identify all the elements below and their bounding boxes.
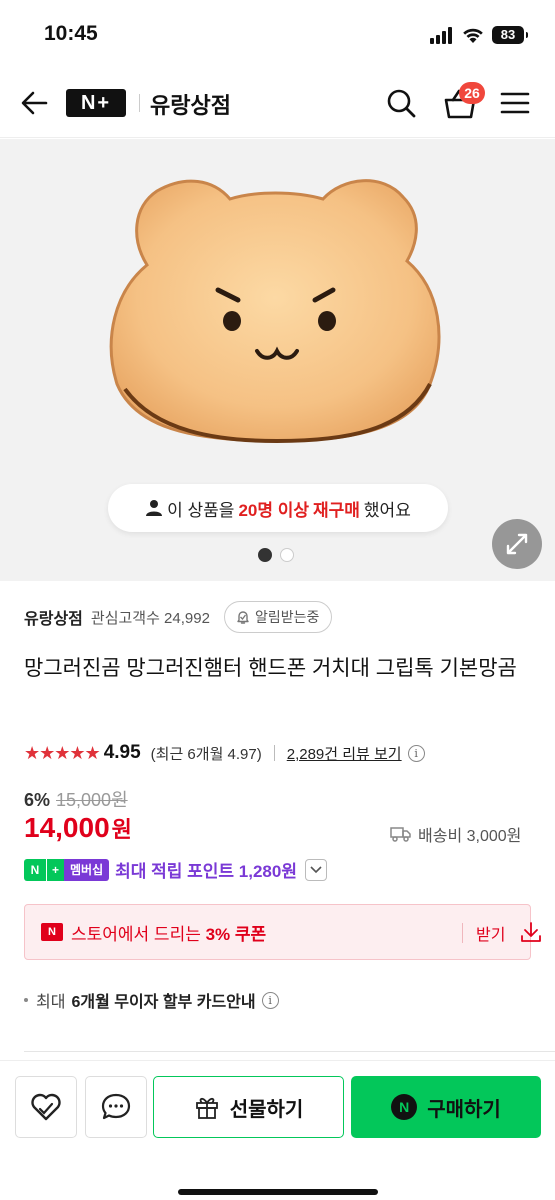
naver-pay-icon: N — [391, 1094, 418, 1120]
status-bar: 10:45 83 — [0, 0, 555, 70]
chevron-down-icon — [310, 865, 322, 873]
heart-icon — [31, 1093, 61, 1121]
alarm-label: 알림받는중 — [254, 609, 320, 625]
rating-score: 4.95 — [103, 742, 141, 763]
coupon-text-bold: 3% 쿠폰 — [205, 924, 267, 944]
gift-icon — [195, 1097, 218, 1119]
wifi-icon — [463, 28, 483, 43]
home-indicator[interactable] — [178, 1189, 378, 1195]
coupon-divider — [462, 923, 463, 943]
recent-rating: (최근 6개월 4.97) — [150, 745, 262, 763]
card-info-icon[interactable]: i — [261, 991, 279, 1009]
rating-row: ★★★★★ 4.95 (최근 6개월 4.97) 2,289건 리뷰 보기 i — [24, 740, 425, 766]
header-divider — [139, 94, 140, 112]
store-info-row: 유랑상점 관심고객수 24,992 알림받는중 — [24, 600, 333, 634]
store-coupon-banner[interactable]: N 스토어에서 드리는 3% 쿠폰 받기 — [24, 904, 541, 960]
bell-icon — [237, 611, 249, 624]
signal-icon — [430, 26, 456, 44]
membership-points-row[interactable]: N + 멤버십 최대 적립 포인트 1,280원 — [24, 857, 327, 882]
price-row: 14,000 원 — [24, 812, 132, 844]
naver-plus-logo[interactable]: N+ — [66, 89, 126, 117]
hamburger-menu-icon[interactable] — [498, 86, 532, 120]
wishlist-button[interactable] — [15, 1076, 77, 1138]
price-currency: 원 — [111, 817, 132, 842]
cart-count-badge: 26 — [459, 82, 485, 104]
section-divider — [24, 1051, 555, 1052]
installment-card-info[interactable]: 최대 6개월 무이자 할부 카드안내 i — [24, 988, 279, 1012]
carousel-dot-1[interactable] — [258, 548, 272, 562]
battery-indicator: 83 — [492, 26, 528, 44]
talk-chat-button[interactable] — [85, 1076, 147, 1138]
naver-plus-membership-badge: N + 멤버십 — [24, 858, 110, 881]
store-name-link[interactable]: 유랑상점 — [24, 605, 83, 629]
badge-n: N — [24, 858, 46, 881]
card-info-bold: 6개월 무이자 할부 카드안내 — [71, 994, 256, 1011]
rating-divider — [273, 745, 275, 761]
gift-button-label: 선물하기 — [229, 1098, 304, 1121]
buy-button[interactable]: N 구매하기 — [351, 1076, 541, 1138]
store-fans-count: 관심고객수 24,992 — [90, 609, 210, 627]
original-price: 15,000원 — [56, 790, 128, 810]
chat-bubble-icon — [101, 1093, 131, 1120]
card-info-prefix: 최대 — [36, 994, 66, 1011]
discount-rate: 6% — [24, 790, 51, 810]
coupon-get-button[interactable]: 받기 — [476, 921, 505, 945]
buy-button-label: 구매하기 — [427, 1098, 501, 1121]
rebuy-notice: 이 상품을 20명 이상 재구매 했어요 — [108, 484, 448, 532]
search-icon[interactable] — [384, 86, 418, 120]
info-icon[interactable]: i — [407, 744, 425, 762]
badge-plus: + — [46, 858, 64, 881]
rebuy-suffix: 했어요 — [363, 500, 411, 520]
discount-row: 6% 15,000원 — [24, 786, 128, 812]
back-arrow-icon[interactable] — [18, 86, 52, 120]
coupon-text-prefix: 스토어에서 드리는 — [71, 924, 206, 944]
points-expand-button[interactable] — [304, 858, 327, 881]
expand-image-button[interactable] — [492, 519, 542, 569]
status-time: 10:45 — [44, 22, 98, 45]
shipping-fee: 배송비 3,000원 — [418, 828, 522, 845]
header-store-name[interactable]: 유랑상점 — [150, 88, 231, 120]
app-header: N+ 유랑상점 26 — [0, 70, 555, 138]
person-icon — [146, 500, 163, 516]
bullet-dot — [24, 998, 28, 1002]
rebuy-prefix: 이 상품을 — [167, 500, 235, 520]
star-rating-icon: ★★★★★ — [24, 742, 101, 763]
carousel-indicator — [258, 548, 294, 562]
rebuy-keyword: 재구매 — [313, 500, 360, 520]
rebuy-count: 20명 이상 — [238, 500, 309, 520]
sale-price: 14,000 — [24, 812, 110, 843]
product-image — [109, 179, 441, 444]
expand-icon — [506, 533, 528, 555]
product-image-carousel[interactable]: 이 상품을 20명 이상 재구매 했어요 — [0, 139, 555, 581]
badge-membership: 멤버십 — [64, 858, 110, 881]
alarm-subscribe-button[interactable]: 알림받는중 — [223, 601, 333, 633]
reviews-link[interactable]: 2,289건 리뷰 보기 — [287, 743, 402, 764]
gift-button[interactable]: 선물하기 — [153, 1076, 344, 1138]
coupon-text: 스토어에서 드리는 3% 쿠폰 — [71, 920, 266, 945]
truck-icon — [390, 827, 411, 842]
naver-n-icon: N — [41, 923, 63, 941]
shipping-info: 배송비 3,000원 — [390, 822, 521, 846]
carousel-dot-2[interactable] — [280, 548, 294, 562]
download-icon[interactable] — [520, 921, 542, 943]
max-points-text: 최대 적립 포인트 1,280원 — [115, 862, 297, 881]
product-title: 망그러진곰 망그러진햄터 핸드폰 거치대 그립톡 기본망곰 — [24, 657, 517, 680]
bottom-action-bar: 선물하기 N 구매하기 — [0, 1060, 555, 1200]
